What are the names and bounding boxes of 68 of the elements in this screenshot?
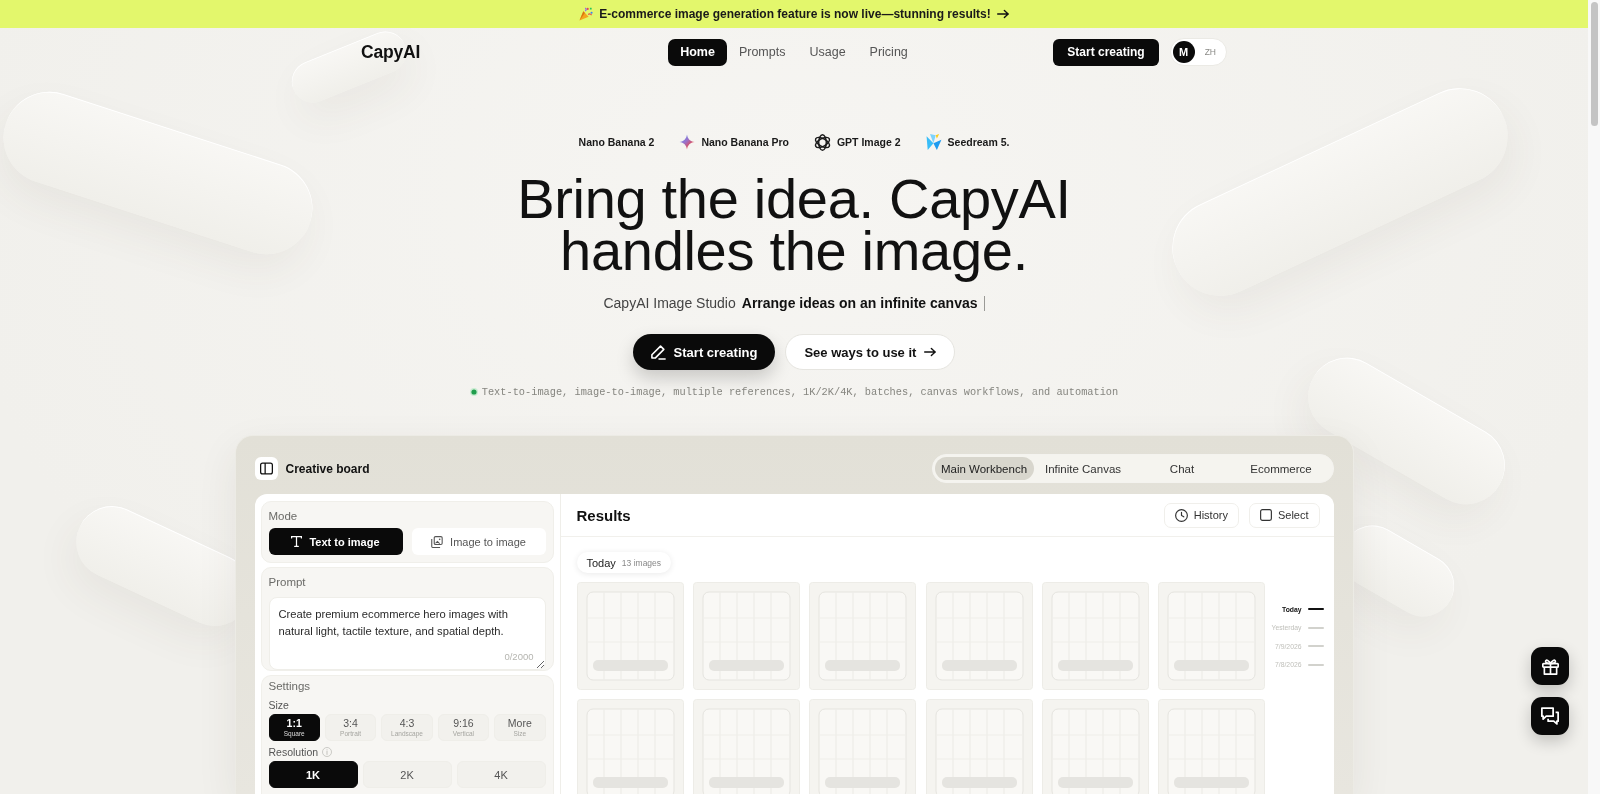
text-icon (291, 536, 303, 547)
arrow-right-icon (924, 346, 937, 358)
model-name: GPT Image 2 (836, 136, 901, 148)
info-icon (322, 747, 333, 757)
timeline-marker-icon (1307, 645, 1324, 647)
language-option[interactable]: M (1172, 41, 1195, 63)
start-creating-button[interactable]: Start creating (1053, 38, 1159, 66)
logo-text[interactable]: CapyAI (361, 41, 421, 63)
sidebar-toggle-button[interactable] (254, 457, 278, 480)
checkbox-icon (1259, 509, 1272, 521)
view-tab[interactable]: Ecommerce (1231, 457, 1331, 480)
arrow-right-icon (996, 8, 1009, 20)
use-cases-button[interactable]: See ways to use it (785, 334, 956, 370)
gift-button[interactable] (1531, 647, 1569, 685)
mode-option[interactable]: Image to image (411, 528, 546, 555)
timeline-marker-icon (1307, 663, 1324, 666)
timeline-marker-icon (1307, 626, 1324, 629)
resolution-option[interactable]: 2K (362, 761, 452, 788)
model-name: Nano Banana 2 (578, 136, 655, 148)
feature-list: Text-to-image, image-to-image, multiple references, 1K/2K/4K, batches, canvas workflows, and automation (481, 386, 1119, 398)
model-name: Nano Banana Pro (701, 136, 789, 148)
nav-link[interactable]: Home (668, 38, 727, 66)
image-count: 13 images (621, 557, 662, 568)
board-title: Creative board (285, 461, 370, 476)
section-label: Mode (268, 509, 299, 524)
images-icon (431, 535, 444, 548)
announcement-text: E-commerce image generation feature is now live—stunning results! (599, 7, 991, 21)
nav-link[interactable]: Usage (797, 38, 858, 66)
history-button[interactable]: History (1163, 502, 1239, 528)
rotating-tagline: Arrange ideas on an infinite canvas (741, 295, 978, 311)
scrollbar-thumb[interactable] (1590, 2, 1598, 126)
start-creating-button[interactable]: Start creating (632, 334, 776, 370)
section-label: Prompt (268, 575, 307, 590)
timeline-marker-icon (1307, 608, 1324, 610)
model-name: Seedream 5. (947, 136, 1010, 148)
knot-icon (813, 133, 831, 151)
chat-icon (1541, 707, 1559, 725)
pencil-icon (650, 344, 666, 360)
announcement-bar[interactable]: E-commerce image generation feature is now live—stunning results! (0, 0, 1588, 28)
text-cursor-icon (983, 295, 985, 311)
view-tab[interactable]: Main Workbench (934, 457, 1034, 480)
resolution-option[interactable]: 4K (456, 761, 546, 788)
scrollbar-track[interactable] (1588, 0, 1600, 794)
view-tab[interactable]: Infinite Canvas (1033, 457, 1133, 480)
hero-heading: Bring the idea. CapyAI handles the image. (516, 166, 1072, 284)
resolution-option[interactable]: 1K (268, 761, 358, 788)
field-label: Resolution (268, 745, 319, 759)
group-label: Today (586, 556, 616, 569)
chat-button[interactable] (1531, 697, 1569, 735)
language-option[interactable]: ZH (1196, 41, 1224, 63)
view-tab[interactable]: Chat (1132, 457, 1232, 480)
subtitle-label: CapyAI Image Studio (603, 295, 736, 311)
character-count: 0/2000 (504, 651, 534, 662)
panel-icon (259, 462, 273, 475)
language-toggle[interactable]: M ZH (1169, 38, 1227, 66)
mode-option[interactable]: Text to image (268, 528, 403, 555)
clock-icon (1174, 508, 1188, 522)
gift-icon (1541, 657, 1559, 675)
nav-link[interactable]: Prompts (726, 38, 798, 66)
section-label: Settings (268, 679, 312, 694)
party-popper-icon (579, 7, 594, 21)
nav-link[interactable]: Pricing (857, 38, 920, 66)
select-button[interactable]: Select (1248, 502, 1320, 528)
results-title: Results (576, 506, 631, 524)
field-label: Size (268, 698, 290, 712)
status-dot-icon (469, 388, 478, 396)
sparkle-icon (679, 134, 696, 150)
shard-icon (925, 134, 942, 150)
